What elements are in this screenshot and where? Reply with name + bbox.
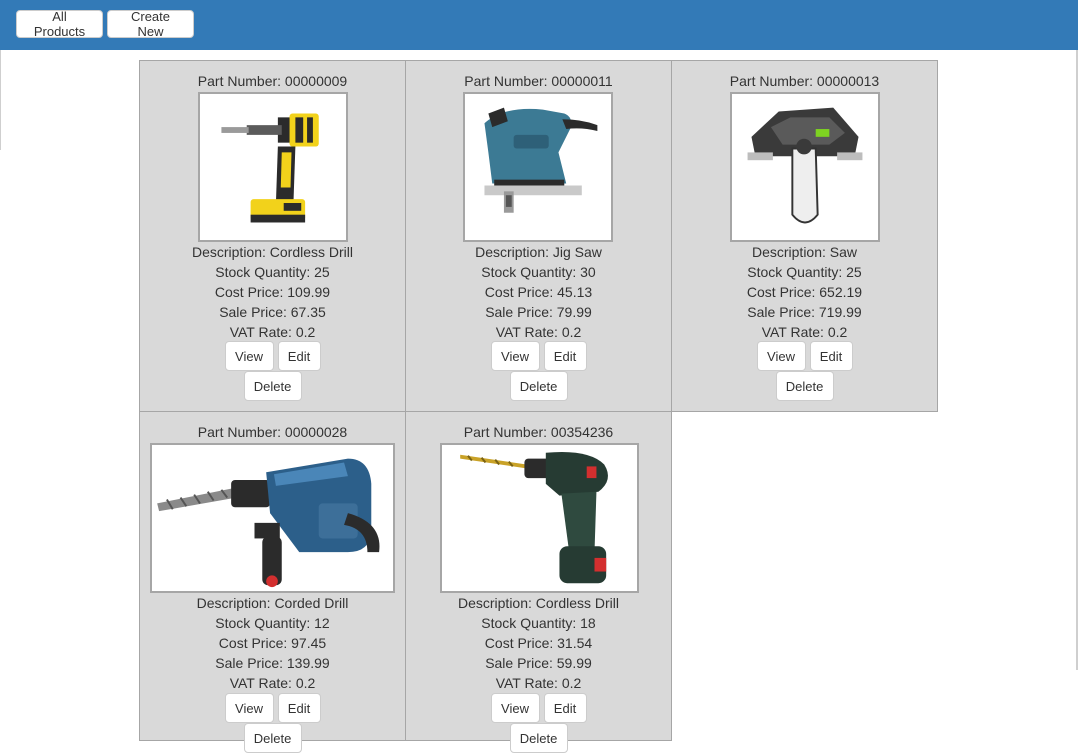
product-card: Part Number: 00000013 Description: Saw S…: [671, 60, 938, 412]
product-info: Description: Saw Stock Quantity: 25 Cost…: [672, 242, 937, 342]
cost-price: Cost Price: 97.45: [218, 635, 327, 651]
all-products-button[interactable]: All Products: [16, 9, 103, 39]
product-info: Description: Cordless Drill Stock Quanti…: [140, 242, 405, 342]
description: Description: Cordless Drill: [191, 244, 354, 260]
top-navbar: All Products Create New: [0, 0, 1078, 50]
product-info: Description: Corded Drill Stock Quantity…: [140, 593, 405, 693]
cost-price: Cost Price: 109.99: [214, 284, 331, 300]
sale-price: Sale Price: 67.35: [219, 304, 326, 320]
cordless-drill-icon: [221, 113, 319, 223]
vat-rate: VAT Rate: 0.2: [761, 324, 848, 340]
cordless-drill-icon: [460, 452, 608, 584]
delete-button[interactable]: Delete: [509, 371, 568, 401]
delete-button[interactable]: Delete: [509, 723, 568, 753]
delete-button[interactable]: Delete: [775, 371, 834, 401]
part-number: Part Number: 00000028: [197, 424, 348, 440]
edit-button[interactable]: Edit: [277, 693, 321, 723]
product-image: [150, 443, 395, 593]
delete-button[interactable]: Delete: [243, 723, 302, 753]
stock-quantity: Stock Quantity: 25: [747, 264, 862, 280]
product-card: Part Number: 00354236 Description: Cordl…: [405, 411, 672, 753]
delete-button[interactable]: Delete: [243, 371, 302, 401]
cost-price: Cost Price: 31.54: [484, 635, 593, 651]
view-button[interactable]: View: [224, 693, 274, 723]
description: Description: Jig Saw: [475, 244, 602, 260]
edit-button[interactable]: Edit: [809, 341, 853, 371]
edit-button[interactable]: Edit: [277, 341, 321, 371]
product-image: [463, 92, 613, 242]
part-number: Part Number: 00354236: [463, 424, 614, 440]
product-image: [198, 92, 348, 242]
description: Description: Corded Drill: [196, 595, 349, 611]
view-button[interactable]: View: [490, 341, 540, 371]
product-image: [440, 443, 639, 593]
hammer-drill-icon: [157, 458, 380, 588]
jig-saw-icon: [484, 107, 598, 213]
sale-price: Sale Price: 719.99: [747, 304, 862, 320]
view-button[interactable]: View: [756, 341, 806, 371]
view-button[interactable]: View: [224, 341, 274, 371]
product-card: Part Number: 00000009 Description: Cordl…: [139, 60, 406, 412]
vat-rate: VAT Rate: 0.2: [229, 675, 316, 691]
page-frame-left: [0, 50, 1, 150]
product-card: Part Number: 00000028 Description: Corde…: [139, 411, 406, 753]
stock-quantity: Stock Quantity: 30: [481, 264, 596, 280]
view-button[interactable]: View: [490, 693, 540, 723]
stock-quantity: Stock Quantity: 25: [215, 264, 330, 280]
vat-rate: VAT Rate: 0.2: [495, 324, 582, 340]
description: Description: Saw: [751, 244, 858, 260]
product-info: Description: Jig Saw Stock Quantity: 30 …: [406, 242, 671, 342]
description: Description: Cordless Drill: [457, 595, 620, 611]
part-number: Part Number: 00000009: [197, 73, 348, 89]
sale-price: Sale Price: 79.99: [485, 304, 592, 320]
chain-saw-icon: [747, 107, 863, 224]
edit-button[interactable]: Edit: [543, 341, 587, 371]
sale-price: Sale Price: 139.99: [215, 655, 330, 671]
product-info: Description: Cordless Drill Stock Quanti…: [406, 593, 671, 693]
product-image: [730, 92, 880, 242]
product-card: Part Number: 00000011 Description: Jig S…: [405, 60, 672, 412]
stock-quantity: Stock Quantity: 12: [215, 615, 330, 631]
part-number: Part Number: 00000011: [464, 73, 613, 89]
cost-price: Cost Price: 45.13: [484, 284, 593, 300]
vat-rate: VAT Rate: 0.2: [229, 324, 316, 340]
stock-quantity: Stock Quantity: 18: [481, 615, 596, 631]
part-number: Part Number: 00000013: [729, 73, 880, 89]
edit-button[interactable]: Edit: [543, 693, 587, 723]
vat-rate: VAT Rate: 0.2: [495, 675, 582, 691]
create-new-button[interactable]: Create New: [107, 9, 194, 39]
sale-price: Sale Price: 59.99: [485, 655, 592, 671]
cost-price: Cost Price: 652.19: [746, 284, 863, 300]
